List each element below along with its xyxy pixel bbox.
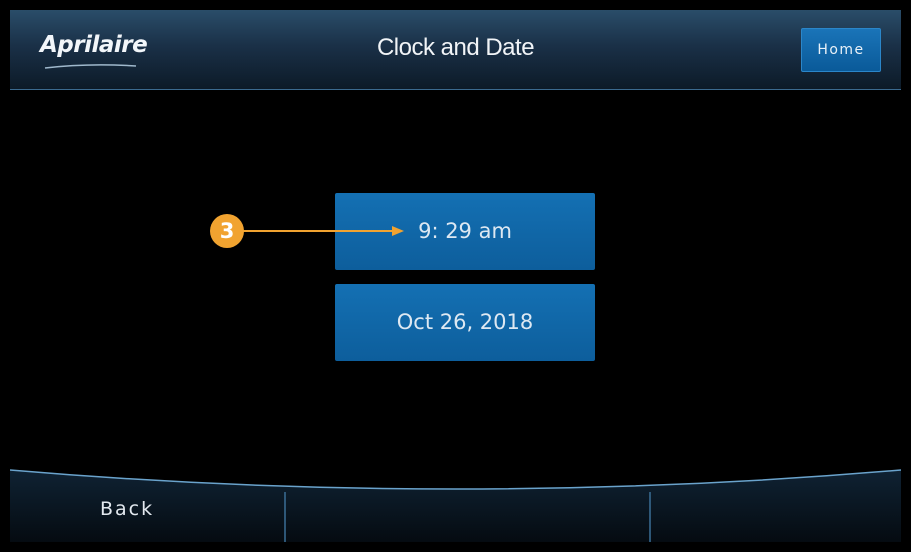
- home-button[interactable]: Home: [801, 28, 881, 72]
- callout-badge: 3: [210, 214, 244, 248]
- thermostat-screen: Aprilaire Clock and Date Home 9: 29 am O…: [10, 10, 901, 542]
- page-title: Clock and Date: [376, 34, 535, 61]
- back-button[interactable]: Back: [100, 498, 154, 520]
- date-button[interactable]: Oct 26, 2018: [335, 284, 595, 361]
- logo-swoosh-icon: [44, 64, 137, 69]
- header-bar: Aprilaire Clock and Date Home: [10, 10, 901, 90]
- callout-arrow-icon: [242, 226, 404, 236]
